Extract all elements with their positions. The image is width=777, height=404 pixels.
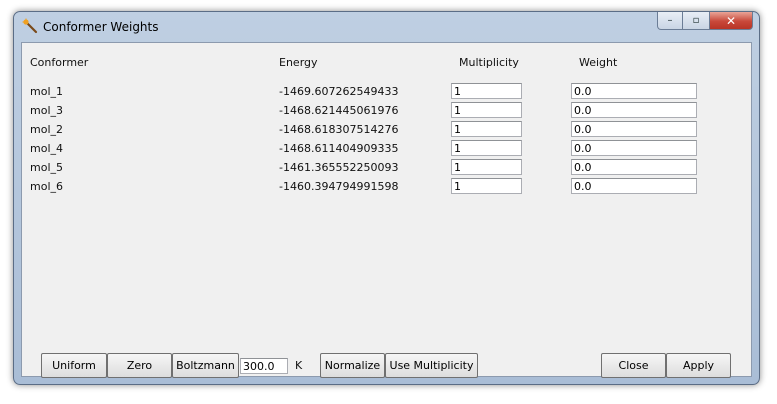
conformer-name: mol_6 bbox=[30, 180, 63, 193]
close-window-button[interactable]: ✕ bbox=[709, 12, 753, 30]
weight-input[interactable] bbox=[571, 121, 697, 137]
boltzmann-button[interactable]: Boltzmann bbox=[172, 353, 239, 378]
uniform-button[interactable]: Uniform bbox=[41, 353, 107, 378]
zero-button[interactable]: Zero bbox=[107, 353, 172, 378]
conformer-energy: -1468.611404909335 bbox=[279, 142, 399, 155]
conformer-energy: -1469.607262549433 bbox=[279, 85, 399, 98]
normalize-label: Normalize bbox=[324, 359, 381, 372]
close-button[interactable]: Close bbox=[601, 353, 666, 378]
header-multiplicity: Multiplicity bbox=[459, 56, 519, 69]
conformer-name: mol_4 bbox=[30, 142, 63, 155]
multiplicity-input[interactable] bbox=[451, 159, 522, 175]
use-multiplicity-label: Use Multiplicity bbox=[389, 359, 474, 372]
multiplicity-input[interactable] bbox=[451, 83, 522, 99]
close-icon: ✕ bbox=[725, 13, 737, 28]
weight-input[interactable] bbox=[571, 140, 697, 156]
header-weight: Weight bbox=[579, 56, 618, 69]
window-title: Conformer Weights bbox=[43, 20, 159, 34]
title-bar[interactable]: Conformer Weights – ▫ ✕ bbox=[14, 12, 759, 40]
minimize-icon: – bbox=[667, 15, 673, 26]
temperature-unit-label: K bbox=[295, 359, 303, 372]
conformer-energy: -1468.618307514276 bbox=[279, 123, 399, 136]
conformer-name: mol_2 bbox=[30, 123, 63, 136]
weight-input[interactable] bbox=[571, 159, 697, 175]
temperature-input[interactable] bbox=[240, 358, 288, 374]
conformer-energy: -1468.621445061976 bbox=[279, 104, 399, 117]
weight-input[interactable] bbox=[571, 102, 697, 118]
normalize-button[interactable]: Normalize bbox=[320, 353, 385, 378]
weight-input[interactable] bbox=[571, 83, 697, 99]
dialog-body: Conformer Energy Multiplicity Weight mol… bbox=[21, 42, 752, 378]
minimize-button[interactable]: – bbox=[657, 12, 683, 30]
conformer-weights-window: Conformer Weights – ▫ ✕ Conformer Energy… bbox=[13, 11, 760, 385]
multiplicity-input[interactable] bbox=[451, 178, 522, 194]
conformer-energy: -1461.365552250093 bbox=[279, 161, 399, 174]
maximize-icon: ▫ bbox=[692, 15, 700, 26]
header-energy: Energy bbox=[279, 56, 318, 69]
wand-icon bbox=[22, 18, 38, 34]
conformer-name: mol_5 bbox=[30, 161, 63, 174]
boltzmann-label: Boltzmann bbox=[176, 359, 235, 372]
apply-button[interactable]: Apply bbox=[666, 353, 731, 378]
use-multiplicity-button[interactable]: Use Multiplicity bbox=[385, 353, 478, 378]
header-conformer: Conformer bbox=[30, 56, 89, 69]
multiplicity-input[interactable] bbox=[451, 121, 522, 137]
close-label: Close bbox=[618, 359, 649, 372]
multiplicity-input[interactable] bbox=[451, 102, 522, 118]
maximize-button[interactable]: ▫ bbox=[683, 12, 709, 30]
weight-input[interactable] bbox=[571, 178, 697, 194]
caption-buttons: – ▫ ✕ bbox=[657, 12, 753, 31]
multiplicity-input[interactable] bbox=[451, 140, 522, 156]
conformer-energy: -1460.394794991598 bbox=[279, 180, 399, 193]
conformer-name: mol_1 bbox=[30, 85, 63, 98]
apply-label: Apply bbox=[682, 359, 715, 372]
conformer-name: mol_3 bbox=[30, 104, 63, 117]
uniform-label: Uniform bbox=[52, 359, 96, 372]
zero-label: Zero bbox=[126, 359, 153, 372]
